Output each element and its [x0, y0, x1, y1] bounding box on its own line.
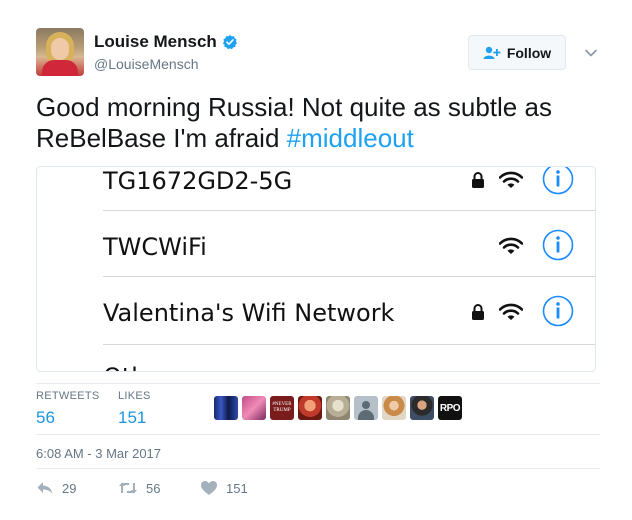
divider: [36, 383, 600, 384]
reply-button[interactable]: 29: [36, 480, 76, 496]
wifi-signal-icon: [499, 171, 523, 188]
liker-avatar[interactable]: [410, 396, 434, 420]
wifi-network-name: Valentina's Wifi Network: [103, 299, 395, 327]
retweets-count[interactable]: 56: [36, 408, 100, 428]
lock-icon: [472, 304, 484, 320]
avatar[interactable]: [36, 28, 84, 76]
info-icon[interactable]: [542, 229, 574, 261]
user-handle[interactable]: @LouiseMensch: [94, 56, 238, 72]
heart-icon: [201, 481, 217, 495]
tweet-timestamp[interactable]: 6:08 AM - 3 Mar 2017: [36, 446, 161, 461]
divider: [36, 468, 600, 469]
retweets-label: RETWEETS: [36, 390, 100, 402]
liker-avatar[interactable]: [382, 396, 406, 420]
reply-count: 29: [62, 480, 77, 496]
verified-badge-icon: [222, 35, 237, 50]
wifi-signal-icon: [499, 303, 523, 320]
tweet-media-image[interactable]: TG1672GD2-5G TWCWiFi Valentina's Wifi Ne…: [36, 166, 596, 372]
likes-label: LIKES: [118, 390, 151, 402]
liker-avatar[interactable]: [354, 396, 378, 420]
display-name[interactable]: Louise Mensch: [94, 32, 217, 52]
liker-avatar[interactable]: [298, 396, 322, 420]
default-avatar-icon: [362, 401, 370, 409]
display-name-row[interactable]: Louise Mensch: [94, 32, 238, 52]
retweets-stat[interactable]: RETWEETS 56: [36, 390, 100, 428]
likes-stat[interactable]: LIKES 151: [118, 390, 151, 428]
info-icon[interactable]: [542, 295, 574, 327]
tweet-header: Louise Mensch @LouiseMensch Follow: [36, 28, 600, 80]
wifi-network-row: Oth: [37, 347, 595, 371]
liker-avatar[interactable]: [242, 396, 266, 420]
wifi-network-name: TWCWiFi: [103, 233, 207, 261]
liker-avatars: #NEVER TRUMP RPO: [214, 396, 462, 420]
follow-button[interactable]: Follow: [468, 35, 566, 70]
wifi-network-name: TG1672GD2-5G: [103, 167, 293, 195]
like-count: 151: [226, 480, 248, 496]
lock-icon: [472, 172, 484, 188]
wifi-signal-icon: [499, 237, 523, 254]
liker-avatar[interactable]: #NEVER TRUMP: [270, 396, 294, 420]
wifi-network-row: Valentina's Wifi Network: [37, 279, 595, 345]
wifi-network-name: Oth: [103, 363, 147, 371]
retweet-icon: [119, 482, 137, 494]
tweet-text: Good morning Russia! Not quite as subtle…: [36, 92, 600, 154]
chevron-down-icon[interactable]: [584, 46, 598, 60]
liker-avatar[interactable]: RPO: [438, 396, 462, 420]
user-names: Louise Mensch @LouiseMensch: [94, 32, 238, 72]
retweet-count: 56: [146, 480, 161, 496]
likes-count[interactable]: 151: [118, 408, 151, 428]
follow-label: Follow: [506, 44, 552, 61]
reply-icon: [37, 482, 53, 494]
liker-avatar[interactable]: [326, 396, 350, 420]
liker-avatar[interactable]: [214, 396, 238, 420]
hashtag-link[interactable]: #middleout: [287, 123, 414, 153]
divider: [36, 434, 600, 435]
wifi-network-row: TWCWiFi: [37, 211, 595, 277]
info-icon[interactable]: [542, 166, 574, 195]
never-trump-text: #NEVER TRUMP: [272, 402, 292, 413]
like-button[interactable]: 151: [200, 480, 248, 496]
wifi-network-row: TG1672GD2-5G: [37, 166, 595, 211]
retweet-button[interactable]: 56: [118, 480, 160, 496]
rpo-logo-text: RPO: [439, 402, 461, 414]
add-user-icon: [483, 46, 501, 59]
